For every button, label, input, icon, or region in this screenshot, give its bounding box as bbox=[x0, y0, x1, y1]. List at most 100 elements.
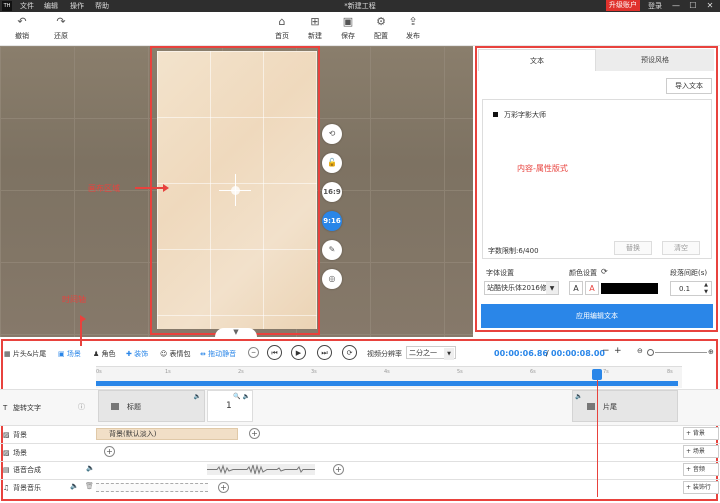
ending-clip[interactable]: 片尾 🔈 bbox=[572, 390, 678, 422]
config-button[interactable]: ⚙ 配置 bbox=[364, 15, 398, 41]
bullet-icon bbox=[493, 112, 498, 117]
color-swatch[interactable] bbox=[601, 283, 658, 294]
undo-label: 撤销 bbox=[15, 32, 29, 40]
scene-icon: ▨ bbox=[3, 449, 10, 457]
music-icon: ♫ bbox=[3, 484, 10, 492]
home-button[interactable]: ⌂ 首页 bbox=[265, 15, 299, 41]
title-clip[interactable]: 标题 🔈 bbox=[98, 390, 205, 422]
font-setting-label: 字体设置 bbox=[486, 269, 514, 277]
content-annotation-label: 内容-属性版式 bbox=[517, 164, 568, 173]
menu-bar: TH 文件 编辑 操作 帮助 *新建工程 升级账户 登录 — ☐ ✕ bbox=[0, 0, 720, 12]
add-background-button[interactable]: + 背景 bbox=[683, 427, 719, 440]
tick-label: 8s bbox=[667, 369, 673, 375]
speaker-icon: 🔈 bbox=[193, 393, 201, 400]
track-label-text: 场景 bbox=[13, 449, 27, 457]
trash-icon[interactable]: 🗑 bbox=[85, 482, 94, 490]
track-label-scene: ▨ 场景 bbox=[0, 448, 27, 458]
speaker-icon[interactable]: 🔈 bbox=[70, 482, 79, 490]
add-scene-button[interactable]: + 场景 bbox=[683, 445, 719, 458]
color-setting-label: 颜色设置 bbox=[569, 269, 597, 277]
collapse-handle[interactable]: ▼ bbox=[215, 328, 257, 337]
upgrade-button[interactable]: 升级账户 bbox=[606, 0, 640, 11]
spacing-stepper[interactable]: 0.1 ▲ ▼ bbox=[670, 281, 712, 296]
playhead-line[interactable] bbox=[597, 372, 598, 497]
clip-icon bbox=[587, 403, 595, 410]
voice-icon: ▤ bbox=[3, 466, 10, 474]
ratio-9-16-button[interactable]: 9:16 bbox=[322, 211, 342, 231]
font-select[interactable]: 站酷快乐体2016修 ▼ bbox=[484, 281, 559, 295]
publish-button[interactable]: ⇪ 发布 bbox=[396, 15, 430, 41]
redo-icon: ↷ bbox=[56, 15, 66, 28]
tick-label: 2s bbox=[238, 369, 244, 375]
timeline-range-bar[interactable] bbox=[96, 381, 678, 386]
timeline-annotation-label: 时间轴 bbox=[62, 295, 86, 304]
minimize-icon[interactable]: — bbox=[670, 0, 682, 11]
highlight-color-a-button[interactable]: A bbox=[585, 281, 599, 295]
add-audio-button[interactable]: + 音频 bbox=[683, 463, 719, 476]
title-clip-label: 标题 bbox=[127, 403, 141, 411]
editor-line: 万彩字影大师 bbox=[493, 110, 546, 120]
add-scene-plus[interactable]: + bbox=[104, 446, 115, 457]
track-label-music: ♫ 背景音乐 bbox=[0, 483, 41, 493]
rotate-button[interactable]: ⟲ bbox=[322, 124, 342, 144]
undo-button[interactable]: ↶ 撤销 bbox=[5, 15, 39, 41]
maximize-icon[interactable]: ☐ bbox=[687, 0, 699, 11]
text-color-a-button[interactable]: A bbox=[569, 281, 583, 295]
editor-text: 万彩字影大师 bbox=[504, 111, 546, 119]
background-icon: ▨ bbox=[3, 431, 10, 439]
music-waveform[interactable] bbox=[96, 483, 208, 492]
publish-icon: ⇪ bbox=[408, 15, 418, 28]
panel-tabs: 文本 预设风格 bbox=[478, 49, 714, 71]
ratio-16-9-button[interactable]: 16:9 bbox=[322, 182, 342, 202]
edit-button[interactable]: ✎ bbox=[322, 240, 342, 260]
text-icon: T bbox=[3, 404, 8, 412]
config-label: 配置 bbox=[374, 32, 388, 40]
save-icon: ▣ bbox=[342, 15, 354, 28]
track-label-text: 语音合成 bbox=[13, 466, 41, 474]
text-editor[interactable]: 万彩字影大师 bbox=[482, 99, 712, 259]
char-count-label: 字数限制: bbox=[488, 247, 519, 255]
timeline-annotation-arrow bbox=[80, 315, 86, 346]
close-icon[interactable]: ✕ bbox=[704, 0, 716, 11]
clear-button[interactable]: 清空 bbox=[662, 241, 700, 255]
tick-label: 7s bbox=[603, 369, 609, 375]
voice-waveform[interactable] bbox=[207, 464, 315, 475]
add-voice-plus[interactable]: + bbox=[333, 464, 344, 475]
tab-preset-style[interactable]: 预设风格 bbox=[596, 49, 714, 71]
lock-button[interactable]: 🔓 bbox=[322, 153, 342, 173]
chevron-down-icon: ▼ bbox=[546, 282, 558, 294]
add-music-plus[interactable]: + bbox=[218, 482, 229, 493]
char-count: 字数限制:6/400 bbox=[488, 246, 539, 256]
new-label: 新建 bbox=[308, 32, 322, 40]
background-clip[interactable]: 背景(默认淡入) bbox=[96, 428, 238, 440]
speaker-icon: 🔈 bbox=[575, 393, 583, 400]
canvas-annotation-box bbox=[150, 46, 320, 335]
replace-button[interactable]: 替换 bbox=[614, 241, 652, 255]
font-select-value: 站酷快乐体2016修 bbox=[487, 284, 547, 292]
target-button[interactable]: ◎ bbox=[322, 269, 342, 289]
gear-icon: ⚙ bbox=[376, 15, 386, 28]
add-decoration-row-button[interactable]: + 装饰行 bbox=[683, 481, 719, 494]
char-count-max: /400 bbox=[522, 247, 539, 255]
main-toolbar: ↶ 撤销 ↷ 还原 ⌂ 首页 ⊞ 新建 ▣ 保存 ⚙ 配置 ⇪ 发布 bbox=[0, 12, 720, 46]
text-clip[interactable]: 1 🔍 🔈 bbox=[207, 390, 253, 422]
add-background-plus[interactable]: + bbox=[249, 428, 260, 439]
apply-edit-button[interactable]: 应用编辑文本 bbox=[481, 304, 713, 328]
publish-label: 发布 bbox=[406, 32, 420, 40]
speaker-icon[interactable]: 🔈 bbox=[86, 464, 95, 472]
import-text-button[interactable]: 导入文本 bbox=[666, 78, 712, 94]
track-label-rotate-text: T 旋转文字 bbox=[0, 403, 41, 413]
redo-button[interactable]: ↷ 还原 bbox=[44, 15, 78, 41]
playhead-handle[interactable] bbox=[592, 369, 602, 380]
login-link[interactable]: 登录 bbox=[648, 1, 662, 11]
track-label-voice: ▤ 语音合成 bbox=[0, 465, 41, 475]
tick-label: 0s bbox=[96, 369, 102, 375]
track-label-background: ▨ 背景 bbox=[0, 430, 27, 440]
new-button[interactable]: ⊞ 新建 bbox=[298, 15, 332, 41]
tab-text[interactable]: 文本 bbox=[478, 49, 596, 71]
help-icon[interactable]: ⓘ bbox=[78, 402, 85, 412]
tick-label: 1s bbox=[165, 369, 171, 375]
save-button[interactable]: ▣ 保存 bbox=[331, 15, 365, 41]
paragraph-spacing-label: 段落间距(s) bbox=[670, 269, 708, 277]
refresh-icon[interactable]: ⟳ bbox=[601, 267, 608, 276]
